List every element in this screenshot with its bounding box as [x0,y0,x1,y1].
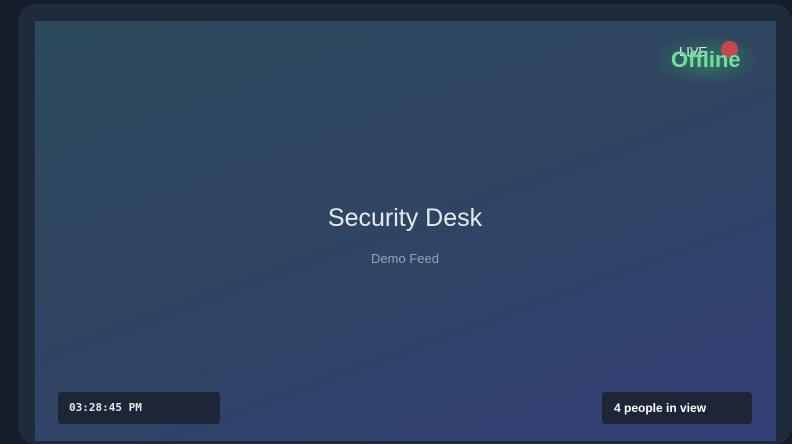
timestamp-badge: 03:28:45 PM [58,392,220,424]
feed-title: Security Desk [327,204,483,232]
feed-subtitle: Demo Feed [371,251,439,266]
people-count-badge: 4 people in view [602,392,752,424]
connection-status-label: Offline [671,47,741,72]
